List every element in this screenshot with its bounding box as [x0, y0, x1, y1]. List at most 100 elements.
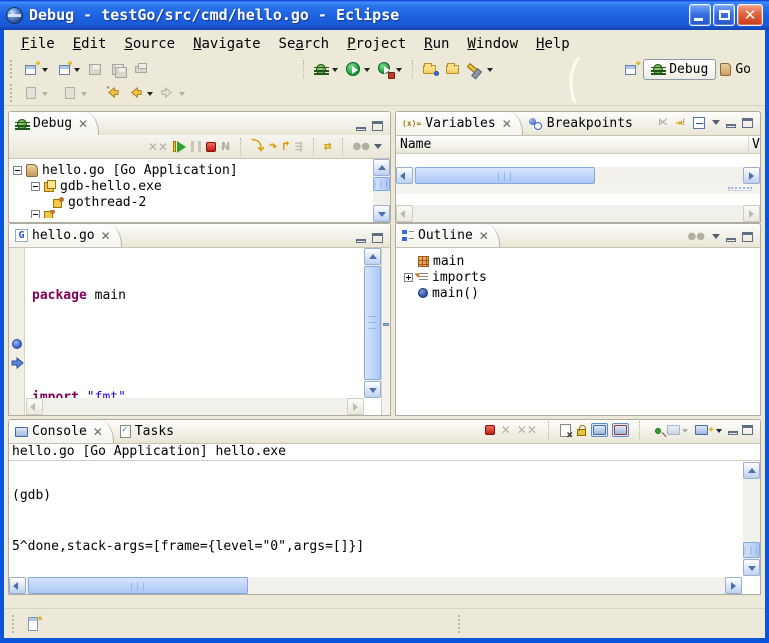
- maximize-button[interactable]: [713, 4, 735, 26]
- tab-hello-go[interactable]: G hello.go ✕: [9, 224, 122, 247]
- expand-icon[interactable]: [404, 273, 413, 282]
- previous-annotation-button[interactable]: [60, 84, 90, 103]
- maximize-view-icon[interactable]: [742, 118, 753, 128]
- view-menu-icon[interactable]: [374, 144, 382, 153]
- vertical-scrollbar[interactable]: |||: [373, 159, 390, 222]
- terminate-button[interactable]: [205, 141, 217, 153]
- minimize-button[interactable]: [689, 4, 711, 26]
- tab-tasks[interactable]: Tasks: [114, 420, 184, 443]
- next-annotation-button[interactable]: [21, 84, 51, 103]
- editor-horizontal-scrollbar[interactable]: [26, 398, 364, 415]
- forward-button[interactable]: [158, 84, 188, 103]
- display-selected-console-button[interactable]: [666, 423, 690, 437]
- close-icon[interactable]: ✕: [479, 229, 489, 243]
- menu-source[interactable]: Source: [115, 33, 184, 55]
- close-icon[interactable]: ✕: [93, 425, 103, 439]
- view-menu-icon[interactable]: [712, 120, 720, 129]
- menu-help[interactable]: Help: [527, 33, 579, 55]
- scroll-lock-button[interactable]: [576, 423, 587, 437]
- print-button[interactable]: [131, 60, 152, 79]
- variables-detail-pane[interactable]: [396, 194, 760, 205]
- menu-search[interactable]: Search: [270, 33, 339, 55]
- tab-console[interactable]: Console ✕: [9, 420, 114, 443]
- menu-project[interactable]: Project: [338, 33, 415, 55]
- tree-row[interactable]: gothread-2: [13, 194, 370, 210]
- use-step-filters-button[interactable]: ⇄: [323, 138, 333, 155]
- console-output[interactable]: (gdb) 5^done,stack-args=[frame={level="0…: [9, 462, 742, 576]
- tab-breakpoints[interactable]: Breakpoints: [523, 112, 643, 135]
- minimize-view-icon[interactable]: [356, 127, 366, 131]
- show-console-on-stderr-button[interactable]: [612, 423, 629, 437]
- editor-vertical-scrollbar[interactable]: |||: [364, 248, 381, 398]
- tree-row[interactable]: hello.go [Go Application]: [13, 162, 370, 178]
- step-into-button[interactable]: ⤵: [250, 138, 265, 155]
- maximize-view-icon[interactable]: [372, 233, 383, 243]
- show-logical-structures-button[interactable]: ⇥⁞: [675, 114, 686, 131]
- show-type-names-button[interactable]: ⋉: [657, 116, 669, 129]
- save-all-button[interactable]: [108, 60, 129, 79]
- close-icon[interactable]: ✕: [78, 117, 88, 131]
- open-folder-button[interactable]: [443, 60, 464, 79]
- fast-view-icon[interactable]: ✦: [28, 617, 38, 631]
- remove-all-terminated-button[interactable]: ✕✕: [147, 139, 169, 155]
- collapse-icon[interactable]: [13, 166, 22, 175]
- console-vertical-scrollbar[interactable]: |||: [743, 462, 760, 576]
- outline-item-main-package[interactable]: main: [404, 253, 487, 269]
- console-terminate-button[interactable]: [484, 424, 496, 436]
- search-button[interactable]: [466, 60, 496, 79]
- outline-extra-button[interactable]: ●●: [687, 230, 706, 243]
- tree-row[interactable]: [13, 210, 370, 218]
- remove-all-launches-button[interactable]: ✕✕: [516, 422, 538, 438]
- editor-body[interactable]: package main import "fmt" func main() { …: [9, 247, 390, 415]
- outline-item-main-func[interactable]: main(): [404, 285, 487, 301]
- last-edit-location-button[interactable]: *: [103, 84, 124, 103]
- back-button[interactable]: [126, 84, 156, 103]
- perspective-go-button[interactable]: Go: [716, 60, 755, 79]
- resume-button[interactable]: [172, 140, 187, 154]
- close-icon[interactable]: ✕: [101, 229, 111, 243]
- suspend-button[interactable]: [190, 140, 202, 153]
- show-console-on-stdout-button[interactable]: [591, 423, 608, 437]
- maximize-view-icon[interactable]: [372, 121, 383, 131]
- menu-edit[interactable]: Edit: [64, 33, 116, 55]
- tree-row[interactable]: gdb-hello.exe: [13, 178, 370, 194]
- titlebar[interactable]: Debug - testGo/src/cmd/hello.go - Eclips…: [0, 0, 769, 30]
- minimize-view-icon[interactable]: [726, 238, 736, 242]
- editor-left-ruler[interactable]: [9, 248, 25, 415]
- menu-run[interactable]: Run: [415, 33, 458, 55]
- clear-console-button[interactable]: [559, 423, 572, 438]
- close-icon[interactable]: ✕: [502, 117, 512, 131]
- minimize-view-icon[interactable]: [726, 124, 736, 128]
- save-button[interactable]: [85, 60, 106, 79]
- step-return-button[interactable]: ↱: [281, 138, 291, 155]
- step-over-button[interactable]: ↷: [268, 138, 278, 155]
- maximize-view-icon[interactable]: [742, 425, 753, 435]
- debug-launch-button[interactable]: [311, 60, 341, 79]
- open-perspective-button[interactable]: ✦: [621, 60, 642, 79]
- collapse-icon[interactable]: [31, 182, 40, 191]
- code-area[interactable]: package main import "fmt" func main() { …: [26, 248, 364, 415]
- toolbar-drag-handle[interactable]: [10, 60, 14, 78]
- pin-console-button[interactable]: [650, 425, 662, 435]
- column-name[interactable]: Name: [396, 137, 748, 152]
- drop-to-frame-button[interactable]: ⇶: [294, 138, 304, 155]
- new-menu-button[interactable]: ✦: [53, 60, 83, 79]
- perspective-debug-button[interactable]: Debug: [643, 59, 716, 80]
- open-resource-button[interactable]: [420, 60, 441, 79]
- external-tools-button[interactable]: [375, 60, 405, 79]
- tab-variables[interactable]: (x)= Variables ✕: [396, 112, 523, 135]
- variables-horizontal-scrollbar[interactable]: |||: [396, 167, 760, 184]
- tab-debug[interactable]: Debug ✕: [9, 112, 99, 135]
- debug-view-extra-button[interactable]: ●●: [352, 140, 371, 153]
- menu-navigate[interactable]: Navigate: [184, 33, 269, 55]
- disconnect-button[interactable]: N̶: [220, 139, 231, 154]
- collapse-all-button[interactable]: [692, 116, 706, 130]
- editor-overview-ruler[interactable]: [381, 248, 390, 415]
- detail-pane-sash[interactable]: [396, 184, 760, 194]
- run-launch-button[interactable]: [343, 60, 373, 79]
- column-value[interactable]: V: [748, 137, 760, 152]
- menu-file[interactable]: File: [12, 33, 64, 55]
- view-menu-icon[interactable]: [712, 234, 720, 243]
- menu-window[interactable]: Window: [458, 33, 527, 55]
- new-wizard-button[interactable]: ✦: [21, 60, 51, 79]
